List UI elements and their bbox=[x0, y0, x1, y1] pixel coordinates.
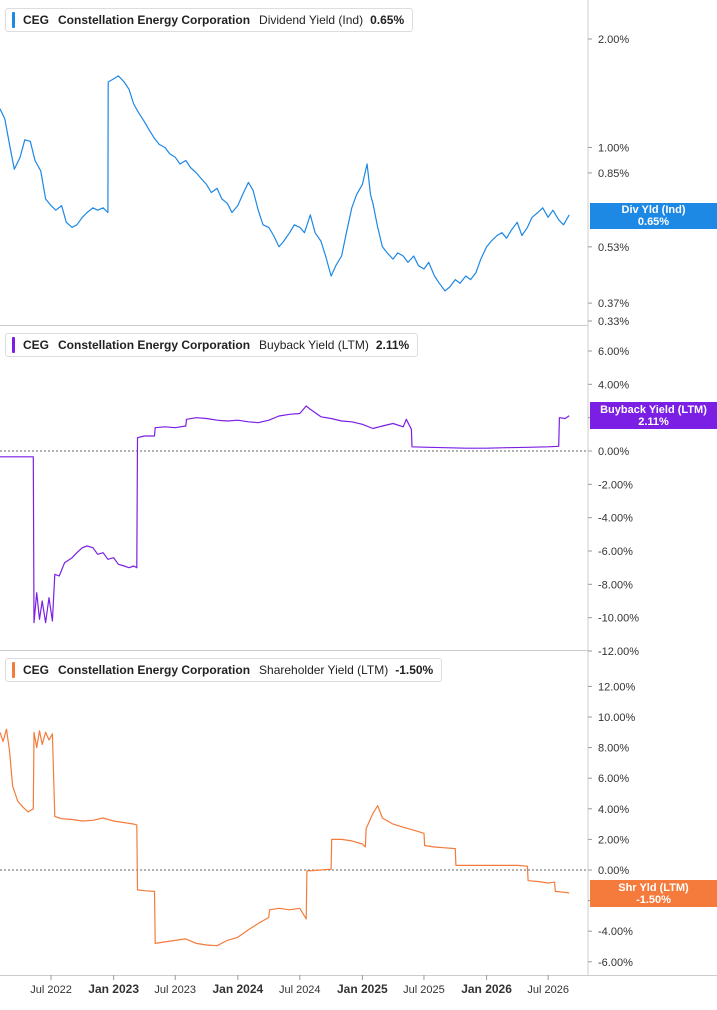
y-tick-label: 0.85% bbox=[598, 168, 629, 180]
y-tick-label: -10.00% bbox=[598, 613, 639, 625]
legend-value: -1.50% bbox=[395, 663, 434, 677]
x-tick-label: Jul 2024 bbox=[279, 984, 321, 996]
series-color-swatch bbox=[12, 662, 15, 678]
y-tick-label: 6.00% bbox=[598, 346, 629, 358]
y-tick-label: 2.00% bbox=[598, 34, 629, 46]
x-tick-label: Jul 2026 bbox=[527, 984, 569, 996]
y-tick-label: -4.00% bbox=[598, 926, 633, 938]
y-tick-label: 8.00% bbox=[598, 743, 629, 755]
value-tag-dividend-yield: Div Yld (Ind) 0.65% bbox=[590, 203, 717, 229]
y-tick-label: 0.33% bbox=[598, 316, 629, 328]
y-tick-label: 0.37% bbox=[598, 298, 629, 310]
series-line-shr bbox=[0, 728, 570, 947]
tag-value: -1.50% bbox=[636, 893, 671, 906]
legend-company: Constellation Energy Corporation bbox=[58, 338, 251, 352]
legend-value: 0.65% bbox=[370, 13, 405, 27]
y-tick-label: 1.00% bbox=[598, 142, 629, 154]
tag-label: Buyback Yield (LTM) bbox=[600, 403, 707, 416]
legend-company: Constellation Energy Corporation bbox=[58, 13, 251, 27]
legend-ticker: CEG bbox=[23, 13, 50, 27]
legend-value: 2.11% bbox=[375, 338, 410, 352]
legend-dividend-yield[interactable]: CEG Constellation Energy Corporation Div… bbox=[5, 8, 414, 32]
y-tick-label: 10.00% bbox=[598, 712, 636, 724]
y-tick-label: 4.00% bbox=[598, 379, 629, 391]
legend-ticker: CEG bbox=[23, 663, 50, 677]
legend-metric: Shareholder Yield (LTM) bbox=[259, 663, 389, 677]
x-tick-label: Jan 2025 bbox=[337, 982, 388, 996]
y-tick-label: -6.00% bbox=[598, 546, 633, 558]
series-line-buy bbox=[0, 405, 570, 624]
chart-root: 2.00% 1.00% 0.85% 0.53% 0.37% 0.33% 6.00% 4.00%… bbox=[0, 0, 717, 1005]
series-line-div bbox=[0, 75, 570, 292]
tag-value: 2.11% bbox=[638, 415, 669, 428]
x-tick-label: Jul 2023 bbox=[154, 984, 196, 996]
y-tick-label: -2.00% bbox=[598, 479, 633, 491]
tag-value: 0.65% bbox=[637, 216, 670, 228]
x-tick-label: Jan 2024 bbox=[212, 982, 263, 996]
y-tick-label: 0.53% bbox=[598, 242, 629, 254]
tag-label: Shr Yld (LTM) bbox=[618, 881, 689, 894]
y-tick-label: 4.00% bbox=[598, 804, 629, 816]
y-tick-label: 12.00% bbox=[598, 681, 636, 693]
legend-buyback-yield[interactable]: CEG Constellation Energy Corporation Buy… bbox=[5, 333, 419, 357]
y-tick-label: -6.00% bbox=[598, 957, 633, 969]
series-layer bbox=[0, 75, 570, 947]
series-color-swatch bbox=[12, 337, 15, 353]
y-tick-label: -4.00% bbox=[598, 513, 633, 525]
x-tick-label: Jul 2025 bbox=[403, 984, 445, 996]
legend-shareholder-yield[interactable]: CEG Constellation Energy Corporation Sha… bbox=[5, 658, 443, 682]
y-tick-label: -12.00% bbox=[598, 646, 639, 658]
legend-metric: Buyback Yield (LTM) bbox=[259, 338, 369, 352]
x-tick-label: Jan 2023 bbox=[88, 982, 139, 996]
chart-canvas: 2.00% 1.00% 0.85% 0.53% 0.37% 0.33% 6.00% 4.00%… bbox=[0, 0, 717, 996]
y-tick-label: -8.00% bbox=[598, 579, 633, 591]
y-tick-label: 2.00% bbox=[598, 834, 629, 846]
y-tick-label: 0.00% bbox=[598, 446, 629, 458]
series-color-swatch bbox=[12, 12, 15, 28]
x-tick-label: Jan 2026 bbox=[461, 982, 512, 996]
legend-company: Constellation Energy Corporation bbox=[58, 663, 251, 677]
y-tick-label: 0.00% bbox=[598, 865, 629, 877]
value-tag-buyback-yield: Buyback Yield (LTM) 2.11% bbox=[590, 402, 717, 429]
value-tag-shareholder-yield: Shr Yld (LTM) -1.50% bbox=[590, 880, 717, 907]
legend-ticker: CEG bbox=[23, 338, 50, 352]
x-tick-label: Jul 2022 bbox=[30, 984, 72, 996]
legend-metric: Dividend Yield (Ind) bbox=[259, 13, 364, 27]
y-tick-label: 6.00% bbox=[598, 773, 629, 785]
tag-label: Div Yld (Ind) bbox=[621, 204, 686, 216]
